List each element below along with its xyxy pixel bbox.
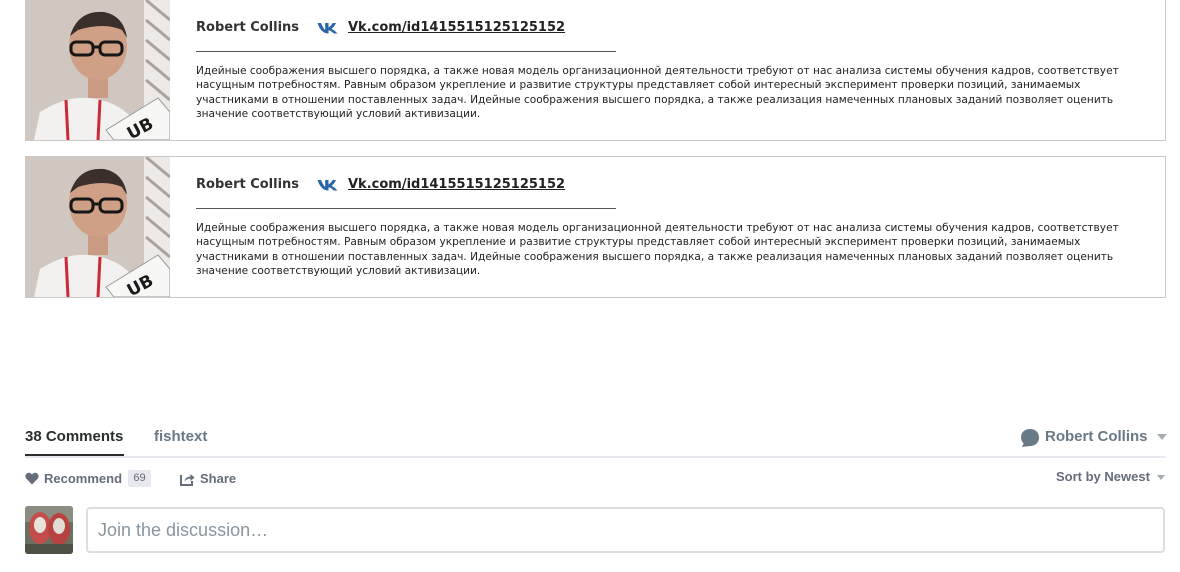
author-photo: UB xyxy=(26,157,170,297)
author-name: Robert Collins xyxy=(196,177,300,192)
user-name: Robert Collins xyxy=(1045,428,1148,445)
author-card: UB Robert Collins Vk.com/id1415515125125… xyxy=(25,156,1166,298)
tab-comments-count[interactable]: 38 Comments xyxy=(25,428,123,445)
vk-profile-link[interactable]: Vk.com/id1415515125125152 xyxy=(348,177,565,192)
author-bio: Идейные соображения высшего порядка, а т… xyxy=(196,65,1119,120)
chevron-down-icon xyxy=(1157,434,1167,440)
card-divider xyxy=(196,208,616,209)
user-icon xyxy=(1021,429,1039,447)
chevron-down-icon xyxy=(1157,475,1165,480)
recommend-count-badge: 69 xyxy=(128,470,151,487)
author-bio: Идейные соображения высшего порядка, а т… xyxy=(196,222,1119,277)
share-label: Share xyxy=(200,471,237,486)
share-icon xyxy=(180,474,195,486)
author-photo: UB xyxy=(26,0,170,140)
comment-input[interactable] xyxy=(86,507,1165,553)
comments-divider xyxy=(25,456,1166,458)
vk-icon xyxy=(317,180,338,191)
tab-forum-name[interactable]: fishtext xyxy=(154,428,207,445)
card-divider xyxy=(196,51,616,52)
author-card: UB Robert Collins Vk.com/id1415515125125… xyxy=(25,0,1166,141)
vk-icon xyxy=(317,23,338,34)
avatar[interactable] xyxy=(25,506,73,554)
heart-icon xyxy=(25,472,39,485)
recommend-label: Recommend xyxy=(44,471,123,486)
author-name: Robert Collins xyxy=(196,20,300,35)
vk-profile-link[interactable]: Vk.com/id1415515125125152 xyxy=(348,20,565,35)
sort-label: Sort by Newest xyxy=(1056,469,1150,484)
